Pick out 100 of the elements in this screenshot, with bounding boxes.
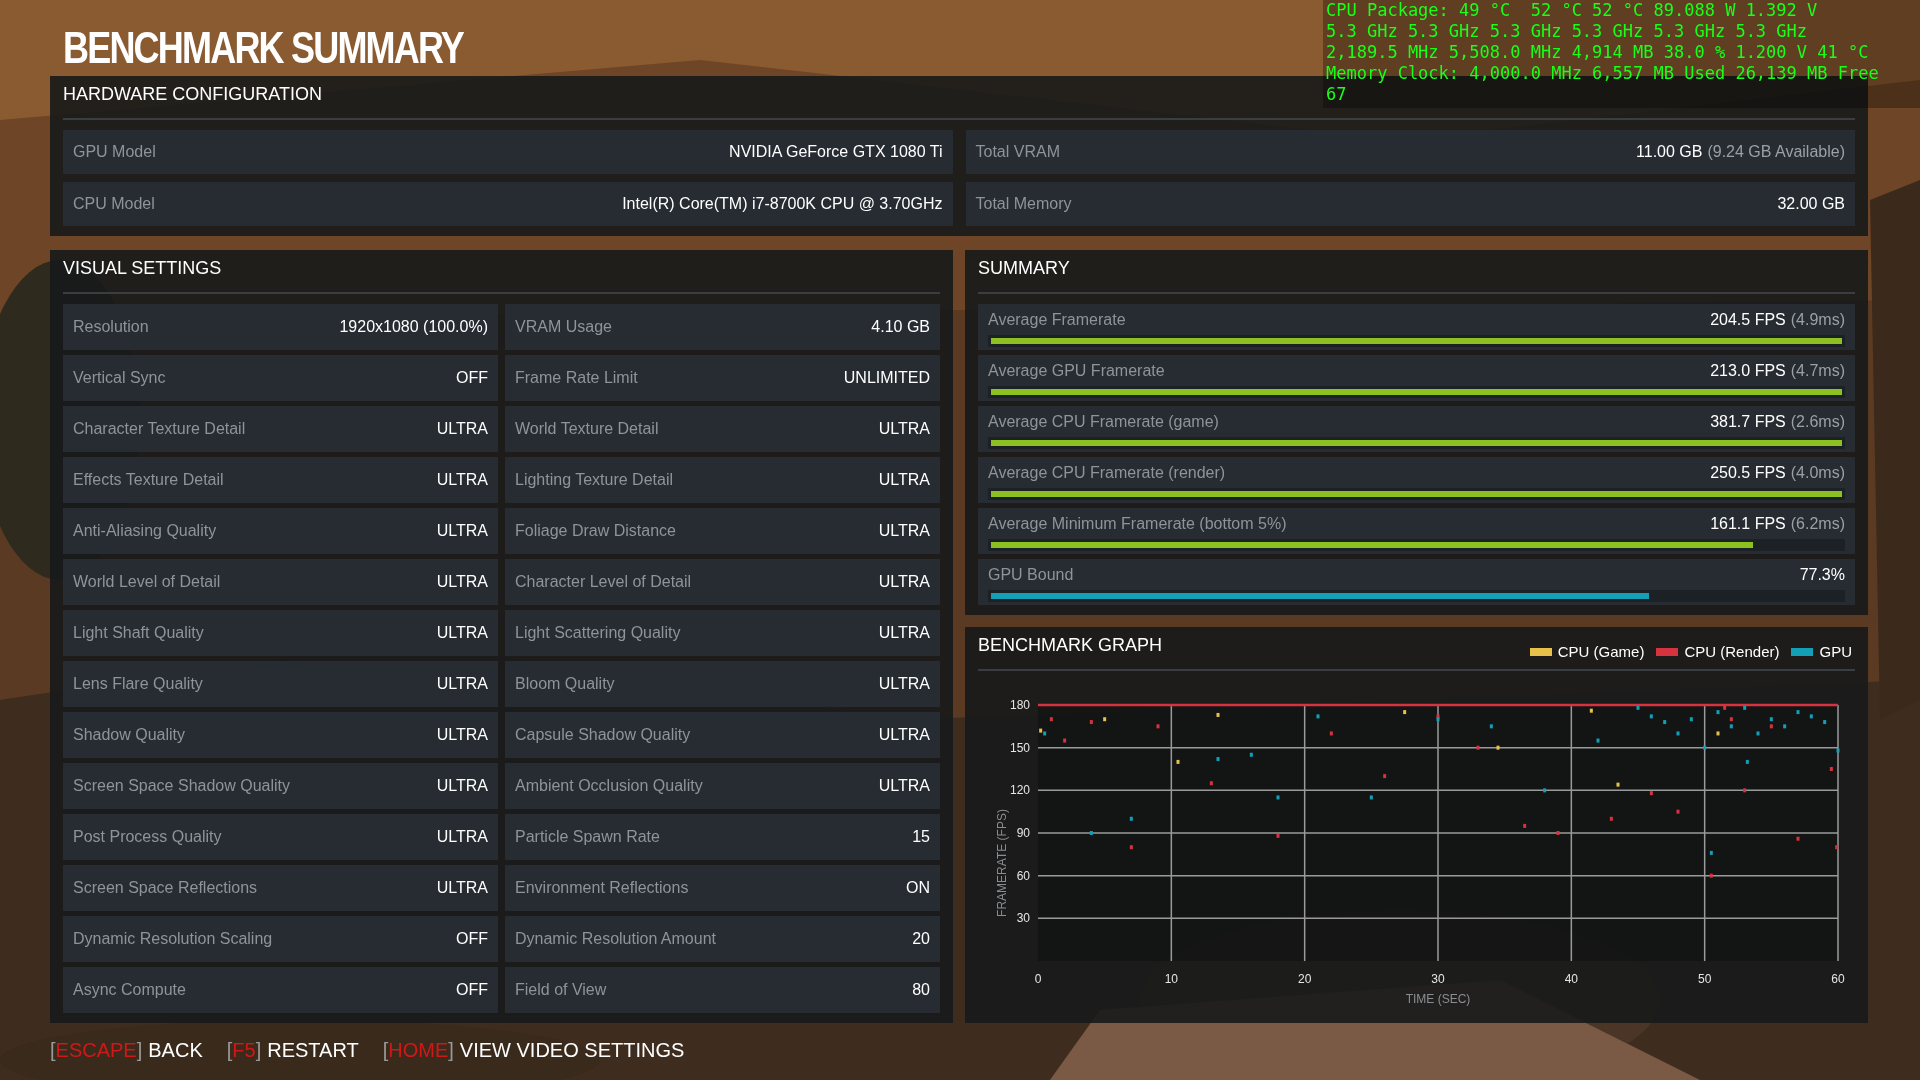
setting-value: ULTRA	[436, 878, 488, 898]
setting-value: ULTRA	[436, 725, 488, 745]
data-point	[1489, 724, 1493, 729]
data-point	[1209, 781, 1213, 786]
y-tick-label: 60	[1016, 868, 1030, 883]
data-point	[1716, 731, 1720, 736]
data-point	[1616, 782, 1620, 787]
legend-label: CPU (Render)	[1684, 642, 1780, 662]
data-point	[1276, 795, 1280, 800]
data-point	[1329, 731, 1333, 736]
setting-label: Frame Rate Limit	[515, 368, 638, 388]
data-point	[1743, 788, 1747, 793]
data-point	[1403, 710, 1407, 715]
row-value: Intel(R) Core(TM) i7-8700K CPU @ 3.70GHz	[622, 194, 943, 214]
data-point	[1835, 845, 1839, 850]
data-point	[1543, 788, 1547, 793]
setting-value: ULTRA	[878, 521, 930, 541]
y-tick-label: 90	[1016, 826, 1030, 840]
summary-detail: (4.7ms)	[1790, 361, 1845, 381]
setting-label: Light Shaft Quality	[73, 623, 204, 643]
shortcut-button[interactable]: [HOME] VIEW VIDEO SETTINGS	[382, 1035, 685, 1065]
x-tick-label: 30	[1431, 972, 1445, 986]
setting-label: Screen Space Shadow Quality	[73, 776, 290, 796]
data-point	[1709, 873, 1713, 878]
data-point	[1769, 717, 1773, 722]
summary-detail: (2.6ms)	[1790, 412, 1845, 432]
data-point	[1716, 710, 1720, 715]
setting-value: 80	[912, 980, 930, 1000]
data-point	[1476, 745, 1480, 750]
setting-value: 20	[912, 929, 930, 949]
data-point	[1729, 717, 1733, 722]
row-label: Total VRAM	[975, 142, 1060, 162]
data-point	[1836, 748, 1840, 753]
data-point	[1129, 816, 1133, 821]
data-point	[1809, 714, 1813, 719]
summary-detail: (4.0ms)	[1790, 463, 1845, 483]
setting-label: Bloom Quality	[515, 674, 615, 694]
data-point	[1089, 831, 1093, 835]
setting-label: Async Compute	[73, 980, 186, 1000]
setting-value: 15	[912, 827, 930, 847]
shortcut-button[interactable]: [ESCAPE] BACK	[50, 1035, 203, 1065]
x-tick-label: 20	[1298, 972, 1312, 986]
data-point	[1729, 724, 1733, 729]
setting-label: Resolution	[73, 317, 149, 337]
data-point	[1636, 705, 1640, 710]
summary-value: 213.0 FPS	[1710, 361, 1786, 381]
row-label: GPU Model	[73, 142, 156, 162]
monitor-line: Memory Clock: 4,000.0 MHz 6,557 MB Used 26,139 MB Free	[1325, 63, 1880, 84]
data-point	[1369, 795, 1373, 800]
row-value: NVIDIA GeForce GTX 1080 Ti	[729, 142, 943, 162]
summary-detail: (6.2ms)	[1790, 514, 1845, 534]
row-value: 32.00 GB	[1777, 194, 1845, 214]
setting-value: ULTRA	[436, 776, 488, 796]
setting-label: Foliage Draw Distance	[515, 521, 676, 541]
setting-label: Shadow Quality	[73, 725, 186, 745]
data-point	[1829, 767, 1833, 771]
row-label: Total Memory	[975, 194, 1072, 214]
shortcut-button[interactable]: [F5] RESTART	[226, 1035, 359, 1065]
data-point	[1216, 757, 1220, 762]
data-point	[1723, 705, 1727, 710]
setting-label: Vertical Sync	[73, 368, 166, 388]
row-label: CPU Model	[73, 194, 155, 214]
y-tick-label: 150	[1009, 740, 1030, 755]
x-tick-label: 50	[1698, 972, 1712, 986]
data-point	[1496, 745, 1500, 750]
data-point	[1216, 712, 1220, 717]
setting-value: ULTRA	[436, 572, 488, 592]
data-point	[1063, 738, 1067, 743]
summary-label: GPU Bound	[988, 565, 1074, 585]
x-tick-label: 0	[1034, 972, 1042, 986]
y-tick-label: 180	[1009, 698, 1030, 712]
setting-label: Character Level of Detail	[515, 572, 692, 592]
row-value: 11.00 GB	[1636, 142, 1703, 162]
setting-value: ULTRA	[878, 470, 930, 490]
setting-label: Anti-Aliasing Quality	[73, 521, 217, 541]
summary-label: Average CPU Framerate (game)	[988, 412, 1219, 432]
setting-value: 4.10 GB	[871, 317, 930, 337]
setting-value: ULTRA	[436, 521, 488, 541]
monitor-line: 67	[1325, 84, 1348, 105]
data-point	[1756, 731, 1760, 736]
setting-label: Dynamic Resolution Scaling	[73, 929, 273, 949]
summary-value: 381.7 FPS	[1710, 412, 1786, 432]
x-tick-label: 10	[1164, 972, 1178, 986]
data-point	[1049, 717, 1053, 722]
data-point	[1596, 738, 1600, 743]
panel-heading: HARDWARE CONFIGURATION	[63, 83, 322, 106]
data-point	[1783, 724, 1787, 729]
setting-value: ULTRA	[878, 776, 930, 796]
setting-label: Character Texture Detail	[73, 419, 246, 439]
setting-label: World Texture Detail	[515, 419, 659, 439]
summary-label: Average GPU Framerate	[988, 361, 1165, 381]
setting-value: ULTRA	[878, 674, 930, 694]
setting-value: OFF	[456, 929, 488, 949]
data-point	[1796, 710, 1800, 715]
data-point	[1609, 816, 1613, 821]
panel-heading: BENCHMARK GRAPH	[978, 634, 1163, 657]
setting-value: ULTRA	[436, 623, 488, 643]
setting-label: Post Process Quality	[73, 827, 222, 847]
summary-label: Average CPU Framerate (render)	[988, 463, 1226, 483]
setting-label: Screen Space Reflections	[73, 878, 258, 898]
